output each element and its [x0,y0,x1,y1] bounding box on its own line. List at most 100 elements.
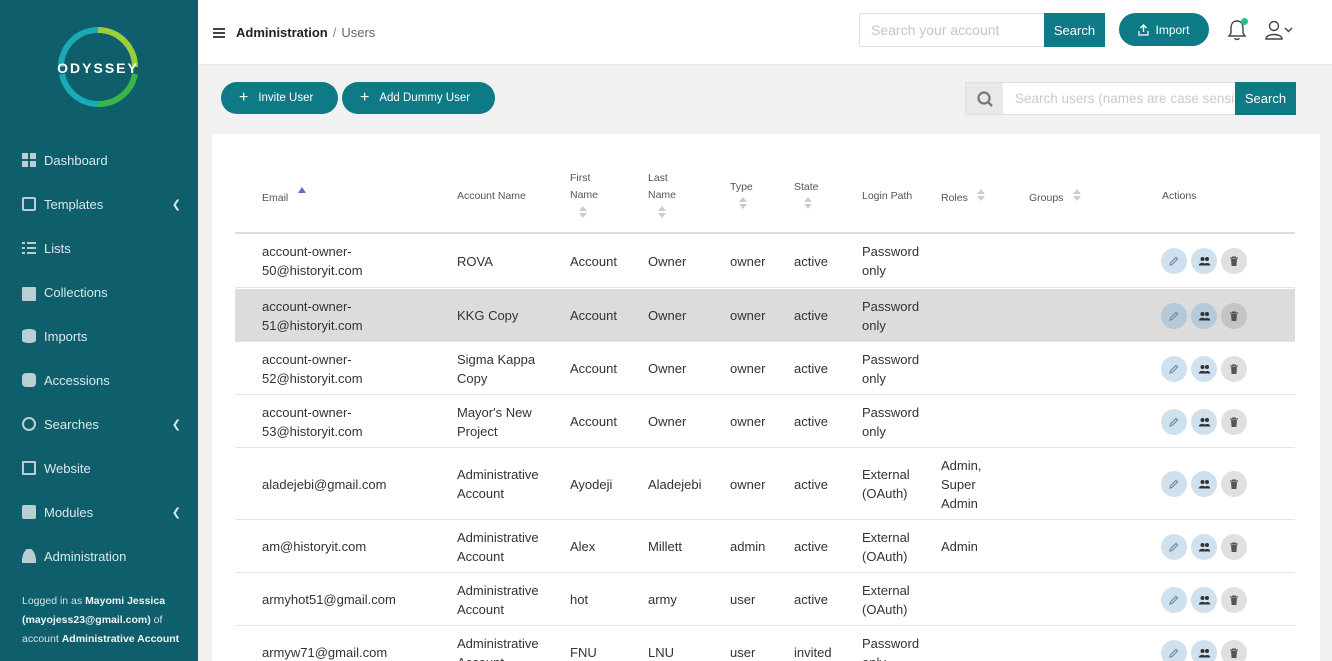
last-name-cell: Owner [648,254,687,269]
email-cell: account-owner- 51@historyit.com [262,297,363,335]
user-icon [22,549,36,563]
add-dummy-user-button[interactable]: + Add Dummy User [342,82,495,114]
sidebar-item-modules[interactable]: Modules ❮ [0,490,198,534]
email-cell: armyw71@gmail.com [262,643,387,661]
first-name-header-line1: First [570,172,591,184]
edit-user-button[interactable] [1161,409,1187,435]
sidebar-nav: Dashboard Templates ❮ Lists Collections Impor… [0,138,198,578]
account-name-cell: KKG Copy [457,306,518,325]
table-row[interactable]: armyw71@gmail.com Administrative Account Pa… [235,626,1295,661]
email-cell-line: account-owner- [262,244,352,259]
login-path-cell-line: Password [862,299,920,314]
login-path-cell-line: only [862,371,886,386]
login-path-cell: Password only [862,634,919,661]
account-name-cell-line: ROVA [457,254,493,269]
column-header-first-name[interactable]: First Name [570,170,598,218]
sidebar-item-website[interactable]: Website [0,446,198,490]
file-icon [22,197,36,211]
manage-groups-button[interactable] [1191,409,1217,435]
manage-groups-button[interactable] [1191,303,1217,329]
sidebar-item-accessions[interactable]: Accessions [0,358,198,402]
sort-icon[interactable] [739,197,747,209]
notifications-bell-icon[interactable] [1227,18,1248,41]
email-cell-line: armyhot51@gmail.com [262,592,396,607]
user-menu[interactable] [1265,19,1295,41]
user-search-button[interactable]: Search [1235,82,1296,115]
invite-user-button[interactable]: + Invite User [221,82,338,114]
table-row[interactable]: account-owner- 52@historyit.com Sigma Kapp… [235,342,1295,395]
hamburger-menu-icon[interactable] [213,28,225,38]
table-row[interactable]: account-owner- 51@historyit.com KKG Copy Pa… [235,289,1295,342]
sidebar-item-templates[interactable]: Templates ❮ [0,182,198,226]
edit-user-button[interactable] [1161,248,1187,274]
delete-user-button[interactable] [1221,471,1247,497]
account-name-cell-line: Account [457,549,504,564]
edit-user-button[interactable] [1161,303,1187,329]
sidebar-item-imports[interactable]: Imports [0,314,198,358]
manage-groups-button[interactable] [1191,534,1217,560]
email-header-label: Email [262,192,289,204]
table-row[interactable]: account-owner- 53@historyit.com Mayor's Ne… [235,395,1295,448]
sort-icon[interactable] [579,206,587,218]
manage-groups-button[interactable] [1191,356,1217,382]
last-name-cell: Aladejebi [648,477,702,492]
sort-icon[interactable] [804,197,812,209]
manage-groups-button[interactable] [1191,248,1217,274]
delete-user-button[interactable] [1221,534,1247,560]
login-path-cell-line: External [862,467,910,482]
delete-user-button[interactable] [1221,640,1247,661]
sidebar-item-lists[interactable]: Lists [0,226,198,270]
odyssey-logo[interactable]: ODYSSEY [57,26,139,108]
edit-user-button[interactable] [1161,640,1187,661]
column-header-state[interactable]: State [794,179,819,209]
sidebar-item-administration[interactable]: Administration [0,534,198,578]
edit-user-button[interactable] [1161,471,1187,497]
login-path-cell-line: (OAuth) [862,602,908,617]
delete-user-button[interactable] [1221,356,1247,382]
user-avatar-icon [1268,20,1280,32]
sort-icon[interactable] [658,206,666,218]
column-header-groups[interactable]: Groups [1029,189,1081,207]
delete-user-button[interactable] [1221,248,1247,274]
sidebar-item-searches[interactable]: Searches ❮ [0,402,198,446]
sidebar-item-collections[interactable]: Collections [0,270,198,314]
column-header-last-name[interactable]: Last Name [648,170,676,218]
account-name-cell-line: Administrative [457,530,539,545]
edit-user-button[interactable] [1161,356,1187,382]
edit-user-button[interactable] [1161,587,1187,613]
state-cell: active [794,414,828,429]
manage-groups-button[interactable] [1191,587,1217,613]
delete-user-button[interactable] [1221,587,1247,613]
delete-user-button[interactable] [1221,303,1247,329]
delete-user-button[interactable] [1221,409,1247,435]
edit-user-button[interactable] [1161,534,1187,560]
email-cell-line: account-owner- [262,299,352,314]
sort-icon[interactable] [1073,189,1081,201]
sort-ascending-icon[interactable] [298,187,306,193]
column-header-type[interactable]: Type [730,179,753,209]
chevron-left-icon: ❮ [171,199,181,211]
import-button[interactable]: Import [1119,13,1209,46]
user-search-input[interactable] [1003,82,1235,115]
account-search-input[interactable] [859,13,1045,47]
users-icon [1198,364,1211,375]
table-row[interactable]: account-owner- 50@historyit.com ROVA Passwo… [235,234,1295,288]
column-header-email[interactable]: Email [262,187,306,207]
trash-icon [1229,364,1239,375]
breadcrumb-section[interactable]: Administration [236,25,328,40]
account-search-button[interactable]: Search [1044,13,1105,47]
sidebar-item-label: Administration [44,548,127,564]
manage-groups-button[interactable] [1191,471,1217,497]
sidebar-item-dashboard[interactable]: Dashboard [0,138,198,182]
account-name-cell: Administrative Account [457,528,539,566]
roles-cell-line: Admin [941,496,978,511]
table-row[interactable]: armyhot51@gmail.com Administrative Account… [235,573,1295,626]
manage-groups-button[interactable] [1191,640,1217,661]
column-header-roles[interactable]: Roles [941,189,985,207]
pencil-icon [1168,310,1180,322]
sort-icon[interactable] [977,189,985,201]
trash-icon [1229,479,1239,490]
table-row[interactable]: aladejebi@gmail.com Administrative Account… [235,448,1295,520]
type-cell: owner [730,414,766,429]
table-row[interactable]: am@historyit.com Administrative Account Ext… [235,520,1295,573]
